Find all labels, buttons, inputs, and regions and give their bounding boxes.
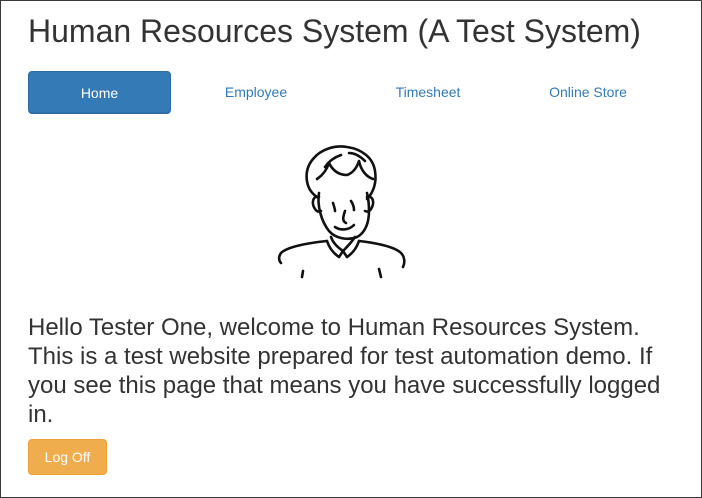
nav-home[interactable]: Home	[28, 71, 171, 114]
app-window: Human Resources System (A Test System) H…	[0, 0, 702, 498]
nav-online-store[interactable]: Online Store	[533, 71, 643, 114]
welcome-message: Hello Tester One, welcome to Human Resou…	[28, 314, 661, 428]
nav-timesheet[interactable]: Timesheet	[370, 71, 486, 114]
log-off-button[interactable]: Log Off	[28, 439, 107, 475]
main-nav: Home Employee Timesheet Online Store	[28, 71, 668, 114]
user-avatar-icon	[277, 145, 406, 279]
page-title: Human Resources System (A Test System)	[28, 13, 641, 49]
nav-employee[interactable]: Employee	[200, 71, 312, 114]
